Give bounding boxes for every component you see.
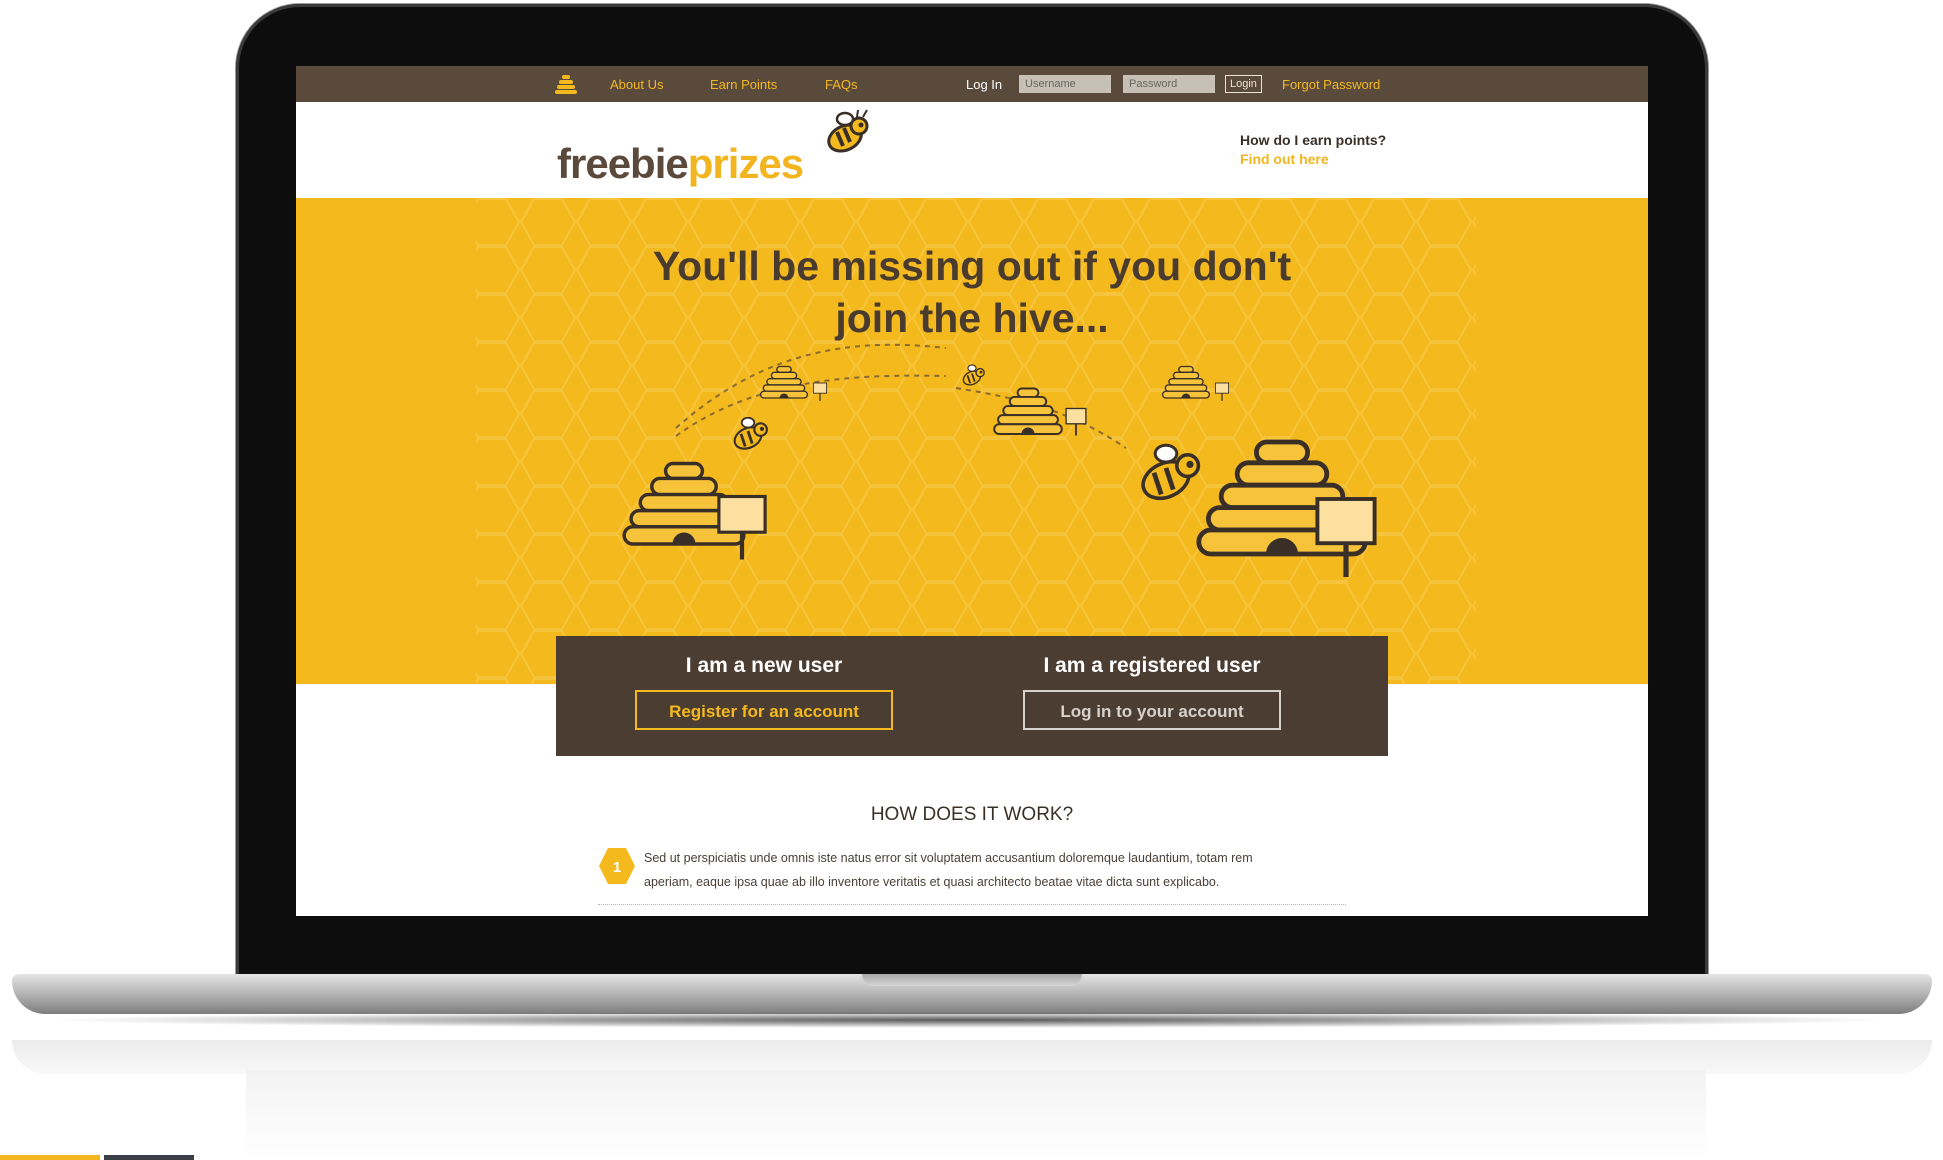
laptop-shadow: [40, 1012, 1900, 1028]
step-text-line2: aperiam, eaque ipsa quae ab illo invento…: [644, 875, 1220, 889]
screen-reflection: [246, 1070, 1706, 1160]
hero-headline-line2: join the hive...: [835, 295, 1109, 341]
login-account-button[interactable]: Log in to your account: [1023, 690, 1281, 730]
password-input[interactable]: [1123, 75, 1215, 93]
bee-icon: [827, 109, 869, 153]
laptop-base: [12, 974, 1932, 1014]
accent-bar-gray: [104, 1155, 194, 1160]
brand-logo-part1: freebie: [557, 140, 689, 187]
registered-user-column: I am a registered user Log in to your ac…: [944, 654, 1360, 730]
accent-bar-yellow: [0, 1155, 100, 1160]
new-user-column: I am a new user Register for an account: [556, 654, 972, 730]
forgot-password-link[interactable]: Forgot Password: [1282, 77, 1380, 92]
nav-about-us[interactable]: About Us: [610, 77, 663, 92]
register-button[interactable]: Register for an account: [635, 690, 893, 730]
registered-user-heading: I am a registered user: [1043, 654, 1261, 677]
hero-banner: You'll be missing out if you don't join …: [296, 198, 1648, 684]
hero-headline-line1: You'll be missing out if you don't: [652, 243, 1292, 289]
new-user-heading: I am a new user: [685, 654, 843, 677]
username-input[interactable]: [1019, 75, 1111, 93]
beehive-icon[interactable]: [555, 75, 577, 95]
hero-headline: You'll be missing out if you don't join …: [296, 240, 1648, 344]
step-text-line1: Sed ut perspiciatis unde omnis iste natu…: [644, 851, 1253, 865]
nav-earn-points[interactable]: Earn Points: [710, 77, 777, 92]
step-description: Sed ut perspiciatis unde omnis iste natu…: [644, 846, 1364, 894]
how-it-works-title: HOW DOES IT WORK?: [870, 804, 1074, 825]
find-out-here-link[interactable]: Find out here: [1240, 151, 1386, 167]
brand-logo-part2: prizes: [687, 140, 804, 187]
laptop-reflection: [12, 1040, 1932, 1074]
step-number: 1: [613, 859, 621, 876]
login-button[interactable]: Login: [1225, 75, 1262, 93]
help-question: How do I earn points?: [1240, 132, 1387, 148]
top-nav-bar: About Us Earn Points FAQs Log In Login F…: [296, 66, 1648, 102]
nav-faqs[interactable]: FAQs: [825, 77, 858, 92]
login-label: Log In: [966, 77, 1003, 92]
site-header: freebieprizes How do I earn points? Find…: [296, 102, 1648, 198]
step-divider: [598, 904, 1346, 905]
hexagon-number-badge: 1: [599, 848, 635, 884]
account-cta-panel: I am a new user Register for an account …: [556, 636, 1388, 756]
laptop-screen: About Us Earn Points FAQs Log In Login F…: [296, 66, 1648, 916]
brand-logo[interactable]: freebieprizes: [557, 140, 804, 188]
laptop-notch: [862, 974, 1082, 986]
earn-points-help: How do I earn points? Find out here: [1240, 132, 1386, 167]
